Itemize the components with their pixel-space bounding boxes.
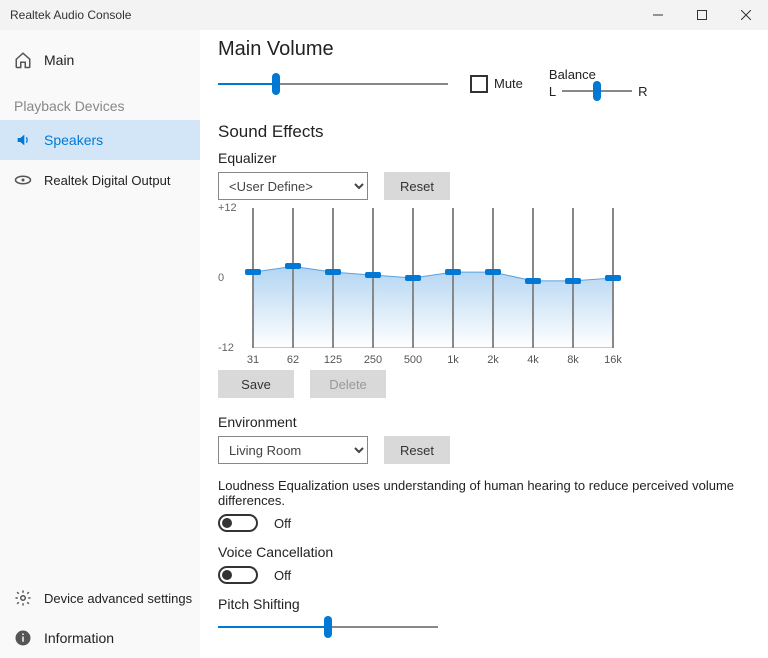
eq-band-250[interactable]: 250 (368, 208, 378, 366)
info-icon (14, 629, 32, 647)
close-button[interactable] (724, 0, 768, 30)
sidebar-item-advanced[interactable]: Device advanced settings (0, 578, 200, 618)
mute-checkbox[interactable] (470, 75, 488, 93)
environment-reset-button[interactable]: Reset (384, 436, 450, 464)
pitch-slider[interactable] (218, 618, 438, 636)
equalizer-chart: +12 0 -12 31621252505001k2k4k8k16k (218, 208, 738, 368)
sidebar-item-digital[interactable]: Realtek Digital Output (0, 160, 200, 200)
eq-band-1k[interactable]: 1k (448, 208, 458, 366)
equalizer-reset-button[interactable]: Reset (384, 172, 450, 200)
window-title: Realtek Audio Console (10, 8, 636, 22)
eq-band-16k[interactable]: 16k (608, 208, 618, 366)
maximize-icon (697, 10, 707, 20)
gear-icon (14, 589, 32, 607)
loudness-desc: Loudness Equalization uses understanding… (218, 478, 738, 508)
close-icon (741, 10, 751, 20)
speaker-icon (14, 131, 32, 149)
sidebar-item-label: Main (44, 52, 74, 68)
equalizer-delete-button[interactable]: Delete (310, 370, 386, 398)
eq-band-2k[interactable]: 2k (488, 208, 498, 366)
balance-slider[interactable] (562, 82, 632, 100)
sidebar-item-label: Device advanced settings (44, 591, 192, 606)
eq-band-500[interactable]: 500 (408, 208, 418, 366)
digital-output-icon (14, 171, 32, 189)
eq-band-label: 8k (561, 354, 585, 366)
main-panel: Main Volume Mute Balance L R (200, 30, 768, 658)
equalizer-preset-select[interactable]: <User Define> (218, 172, 368, 200)
eq-band-label: 2k (481, 354, 505, 366)
eq-band-4k[interactable]: 4k (528, 208, 538, 366)
eq-band-label: 500 (401, 354, 425, 366)
heading-main-volume: Main Volume (218, 38, 738, 61)
equalizer-save-button[interactable]: Save (218, 370, 294, 398)
sidebar: Main Playback Devices Speakers Realtek D… (0, 30, 200, 658)
label-pitch-shifting: Pitch Shifting (218, 596, 738, 612)
eq-axis-top: +12 (218, 202, 237, 214)
voice-cancel-state: Off (274, 568, 291, 583)
eq-band-label: 16k (601, 354, 625, 366)
eq-band-label: 4k (521, 354, 545, 366)
main-volume-slider[interactable] (218, 75, 448, 93)
environment-select[interactable]: Living Room (218, 436, 368, 464)
minimize-button[interactable] (636, 0, 680, 30)
balance-label: Balance (549, 67, 648, 82)
eq-band-label: 250 (361, 354, 385, 366)
eq-band-125[interactable]: 125 (328, 208, 338, 366)
label-equalizer: Equalizer (218, 150, 738, 166)
balance-l: L (549, 84, 556, 99)
eq-band-label: 31 (241, 354, 265, 366)
sidebar-section-playback: Playback Devices (0, 80, 200, 120)
sidebar-item-label: Information (44, 630, 114, 646)
eq-axis-mid: 0 (218, 272, 224, 284)
eq-axis-bot: -12 (218, 342, 234, 354)
sidebar-item-info[interactable]: Information (0, 618, 200, 658)
eq-band-62[interactable]: 62 (288, 208, 298, 366)
sidebar-item-label: Speakers (44, 132, 103, 148)
voice-cancel-toggle[interactable] (218, 566, 258, 584)
eq-band-label: 125 (321, 354, 345, 366)
eq-band-31[interactable]: 31 (248, 208, 258, 366)
sidebar-item-main[interactable]: Main (0, 40, 200, 80)
heading-sound-effects: Sound Effects (218, 122, 738, 142)
maximize-button[interactable] (680, 0, 724, 30)
eq-band-8k[interactable]: 8k (568, 208, 578, 366)
loudness-toggle[interactable] (218, 514, 258, 532)
home-icon (14, 51, 32, 69)
sidebar-item-speakers[interactable]: Speakers (0, 120, 200, 160)
eq-band-label: 62 (281, 354, 305, 366)
balance-r: R (638, 84, 647, 99)
eq-band-label: 1k (441, 354, 465, 366)
sidebar-item-label: Realtek Digital Output (44, 173, 170, 188)
loudness-state: Off (274, 516, 291, 531)
label-voice-cancellation: Voice Cancellation (218, 544, 738, 560)
minimize-icon (653, 10, 663, 20)
titlebar: Realtek Audio Console (0, 0, 768, 30)
label-environment: Environment (218, 414, 738, 430)
mute-label: Mute (494, 76, 523, 91)
